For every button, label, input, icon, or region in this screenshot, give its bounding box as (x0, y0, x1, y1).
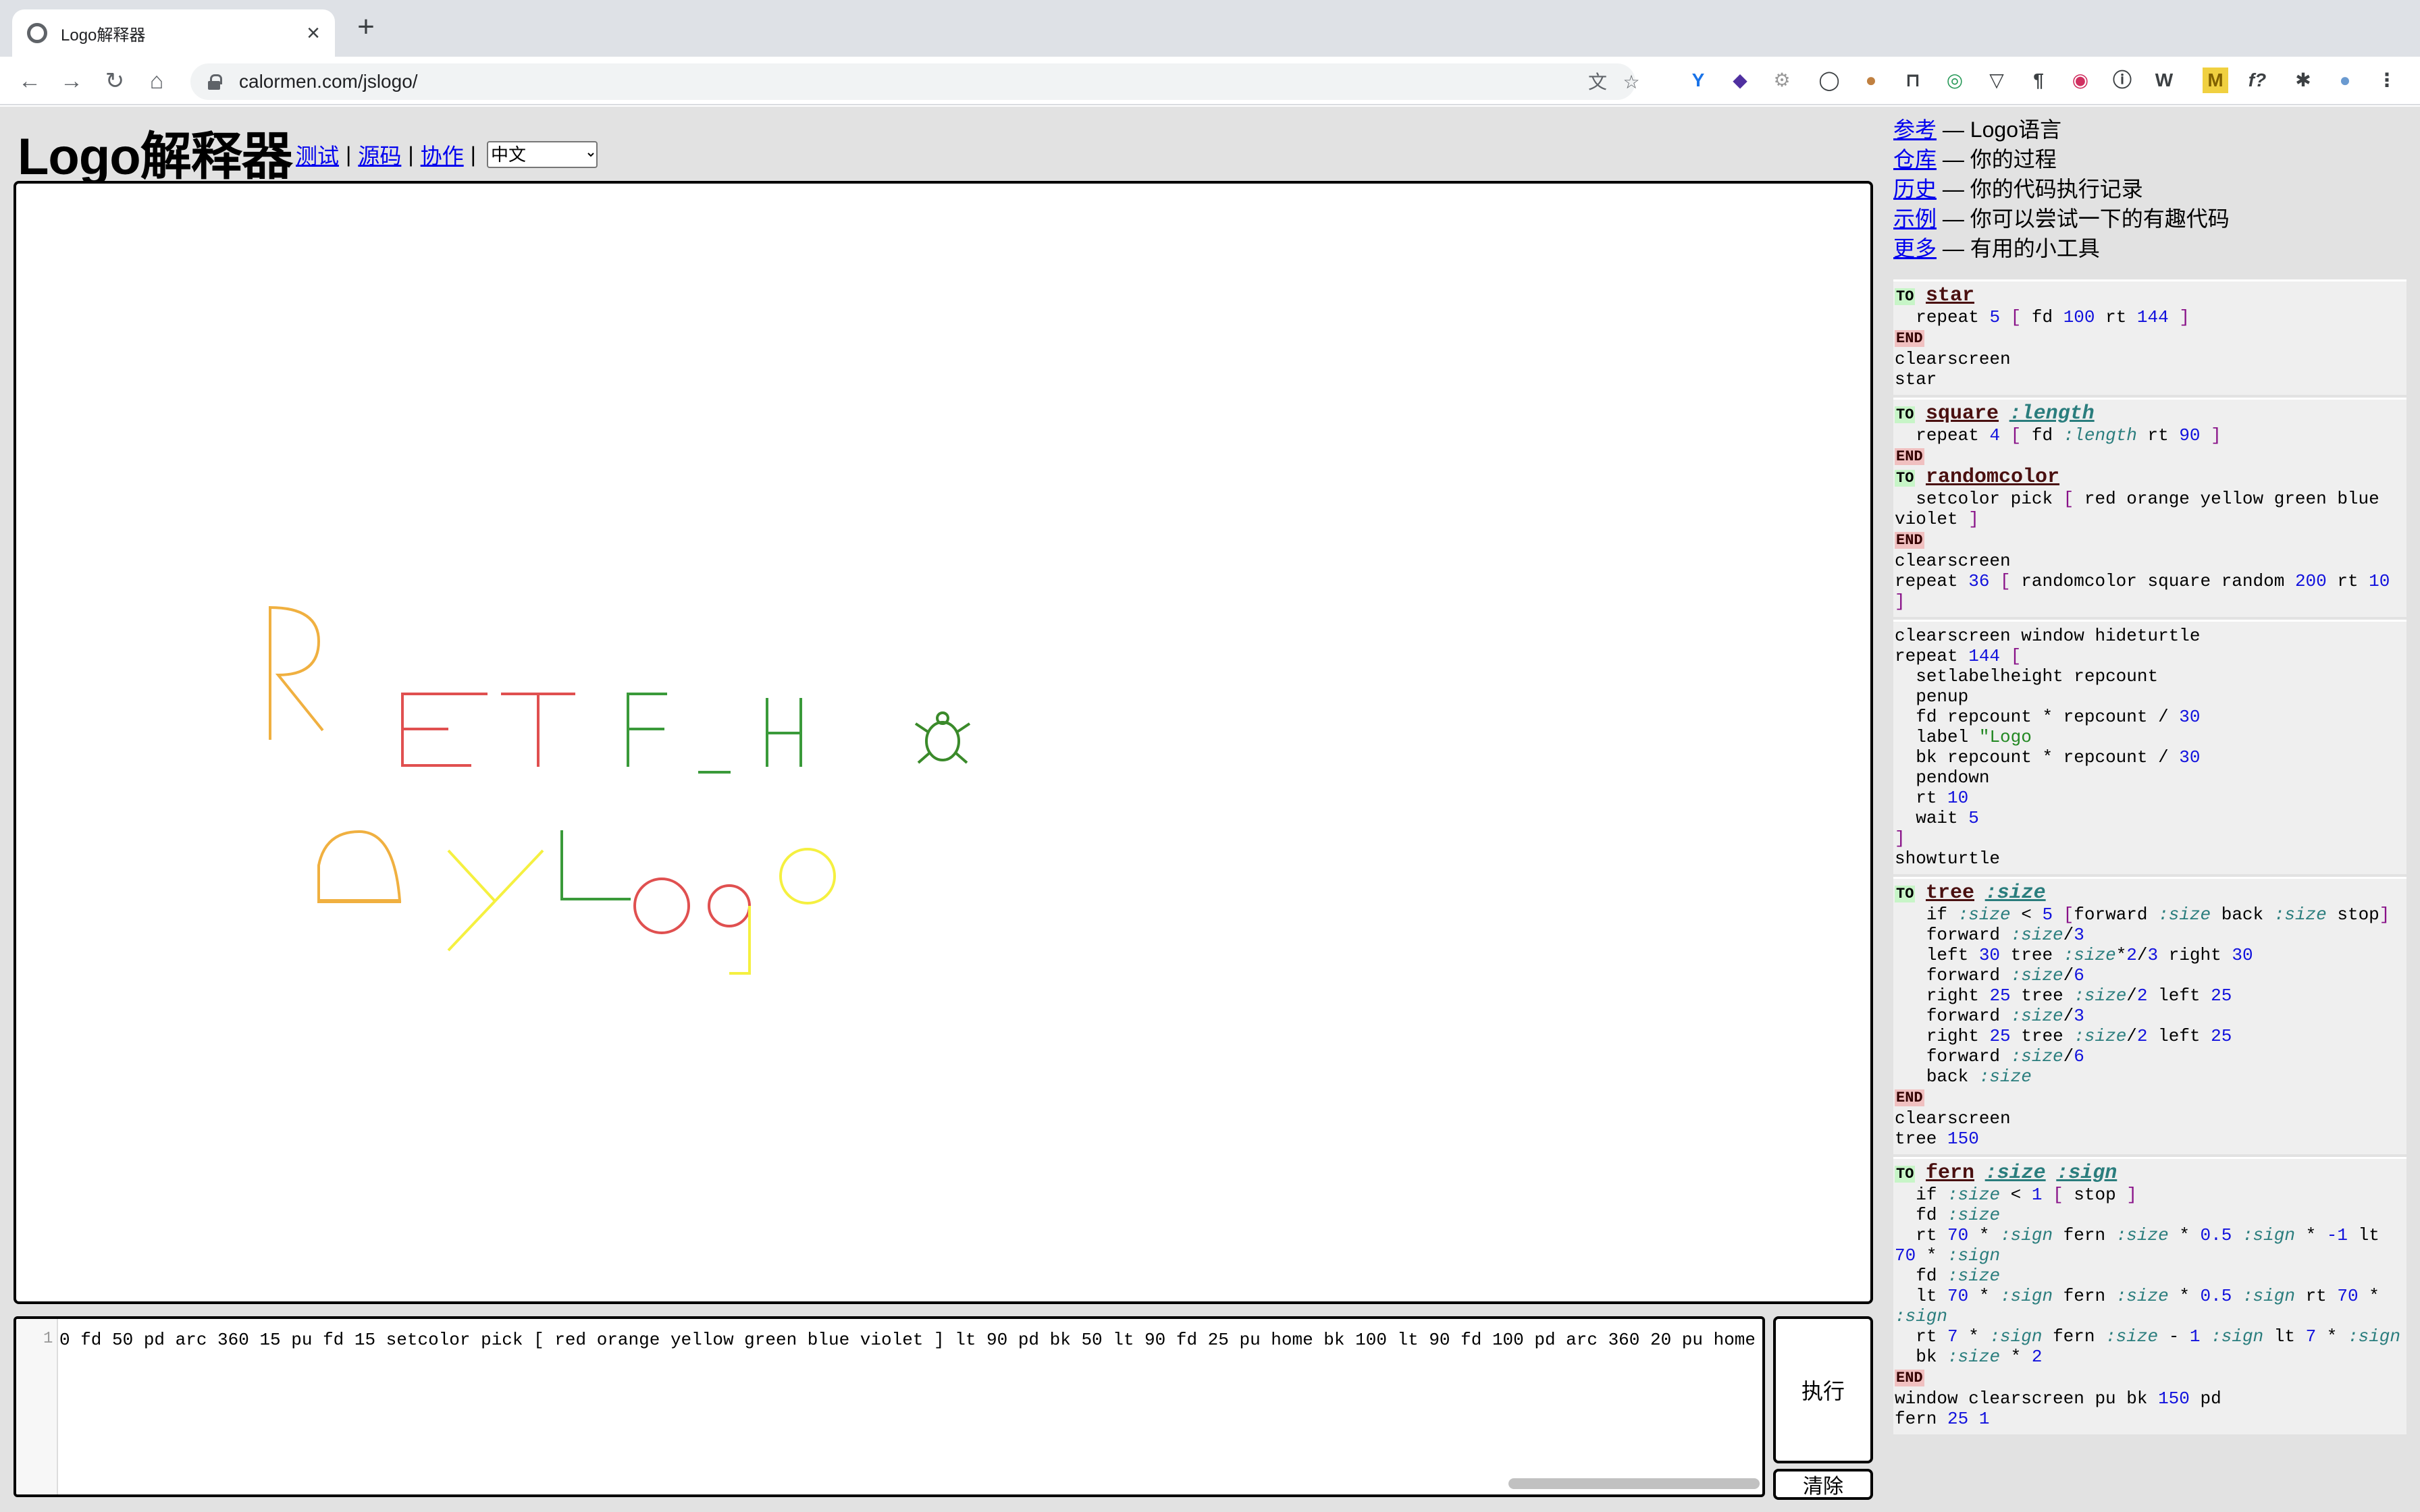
nav-row-reference: 参考 — Logo语言 (1893, 115, 2230, 144)
link-more[interactable]: 更多 (1893, 236, 1937, 261)
language-select[interactable]: 中文 (486, 141, 598, 168)
translate-icon[interactable]: 文 (1587, 72, 1608, 93)
separator: | (470, 142, 476, 167)
separator: | (346, 142, 352, 167)
cookie-icon[interactable]: ● (1858, 68, 1884, 93)
w-ext-icon[interactable]: W (2151, 68, 2177, 93)
letter-o (633, 878, 690, 934)
sidebar-nav: 参考 — Logo语言 仓库 — 你的过程 历史 — 你的代码执行记录 示例 —… (1893, 115, 2230, 263)
circle-ext-icon[interactable]: ◯ (1816, 68, 1842, 93)
url-text: calormen.com/jslogo/ (239, 71, 418, 92)
gear-ext-icon[interactable]: ⚙ (1769, 68, 1795, 93)
address-bar[interactable]: calormen.com/jslogo/ 文 ☆ (190, 63, 1640, 100)
turtle-icon (914, 711, 971, 764)
nav-row-library: 仓库 — 你的过程 (1893, 144, 2230, 174)
letter-e-small (317, 830, 402, 903)
back-icon[interactable]: ← (15, 66, 45, 96)
menu-icon[interactable]: ⋮ (2374, 68, 2400, 93)
horizontal-scrollbar[interactable] (1508, 1478, 1760, 1489)
link-reference[interactable]: 参考 (1893, 117, 1937, 142)
bookmark-icon[interactable]: ⊓ (1900, 68, 1926, 93)
nav-desc: — 你可以尝试一下的有趣代码 (1942, 207, 2230, 231)
reload-icon[interactable]: ↻ (100, 66, 130, 96)
link-test[interactable]: 测试 (296, 139, 339, 170)
pocket-icon[interactable]: ▽ (1984, 68, 2009, 93)
info-ext-icon[interactable]: ⓘ (2109, 68, 2135, 93)
nav-desc: — 你的代码执行记录 (1942, 177, 2143, 201)
pi-ext-icon[interactable]: ¶ (2026, 68, 2051, 93)
letter-o-small (779, 848, 836, 905)
letter-g (708, 884, 751, 927)
separator: | (408, 142, 414, 167)
example-star[interactable]: TO star repeat 5 [ fd 100 rt 144 ] END c… (1893, 279, 2406, 395)
letter-l (560, 830, 631, 900)
purple-ext-icon[interactable]: ◆ (1727, 68, 1753, 93)
example-labels[interactable]: clearscreen window hideturtle repeat 144… (1893, 620, 2406, 874)
turtle-canvas[interactable] (14, 181, 1873, 1304)
green-ext-icon[interactable]: ◎ (1942, 68, 1968, 93)
home-icon[interactable]: ⌂ (142, 66, 172, 96)
header-links: 测试 | 源码 | 协作 | 中文 (296, 139, 598, 170)
code-editor[interactable]: 1 0 fd 50 pd arc 360 15 pu fd 15 setcolo… (14, 1316, 1765, 1497)
link-collab[interactable]: 协作 (421, 139, 464, 170)
example-square[interactable]: TO square :length repeat 4 [ fd :length … (1893, 398, 2406, 617)
examples-panel: TO star repeat 5 [ fd 100 rt 144 ] END c… (1893, 279, 2406, 1437)
link-source[interactable]: 源码 (358, 139, 401, 170)
puzzle-icon[interactable]: ✱ (2290, 68, 2316, 93)
nav-desc: — 有用的小工具 (1942, 236, 2100, 261)
nav-desc: — Logo语言 (1942, 117, 2061, 142)
example-fern[interactable]: TO fern :size :sign if :size < 1 [ stop … (1893, 1157, 2406, 1434)
link-history[interactable]: 历史 (1893, 177, 1937, 201)
code-input[interactable]: 0 fd 50 pd arc 360 15 pu fd 15 setcolor … (59, 1330, 1754, 1350)
editor-gutter: 1 (16, 1319, 58, 1494)
page-title: Logo解释器 (18, 128, 293, 186)
letter-h (766, 698, 802, 767)
letter-r (269, 605, 324, 740)
profile-icon[interactable]: ● (2332, 68, 2358, 93)
page: Logo解释器 测试 | 源码 | 协作 | 中文 1 0 fd 50 pd a… (0, 107, 2420, 1512)
y-ext-icon[interactable]: Y (1685, 68, 1711, 93)
nav-row-more: 更多 — 有用的小工具 (1893, 234, 2230, 263)
star-icon[interactable]: ☆ (1621, 72, 1642, 93)
lock-icon (208, 74, 222, 90)
link-library[interactable]: 仓库 (1893, 147, 1937, 171)
close-icon[interactable]: × (307, 22, 320, 45)
color-ext-icon[interactable]: ◉ (2068, 68, 2093, 93)
letter-t (501, 693, 575, 767)
browser-toolbar: ← → ↻ ⌂ calormen.com/jslogo/ 文 ☆ (0, 57, 2420, 105)
link-examples[interactable]: 示例 (1893, 207, 1937, 231)
letter-e (401, 693, 488, 767)
letter-y (447, 849, 544, 952)
run-button[interactable]: 执行 (1773, 1316, 1873, 1463)
nav-row-examples: 示例 — 你可以尝试一下的有趣代码 (1893, 204, 2230, 234)
nav-row-history: 历史 — 你的代码执行记录 (1893, 174, 2230, 204)
nav-desc: — 你的过程 (1942, 147, 2057, 171)
favicon-icon (27, 23, 47, 43)
letter-f (627, 693, 667, 767)
m-ext-icon[interactable]: M (2203, 68, 2228, 93)
forward-icon[interactable]: → (57, 66, 86, 96)
browser-tab[interactable]: Logo解释器 × (12, 9, 335, 57)
new-tab-button[interactable]: + (351, 12, 381, 43)
tab-strip: Logo解释器 × + (0, 0, 2420, 57)
drawing (269, 605, 971, 975)
clear-button[interactable]: 清除 (1773, 1469, 1873, 1500)
tab-title: Logo解释器 (61, 26, 146, 45)
example-tree[interactable]: TO tree :size if :size < 5 [forward :siz… (1893, 877, 2406, 1154)
fx-ext-icon[interactable]: f? (2244, 68, 2270, 93)
line-number: 1 (43, 1330, 53, 1348)
